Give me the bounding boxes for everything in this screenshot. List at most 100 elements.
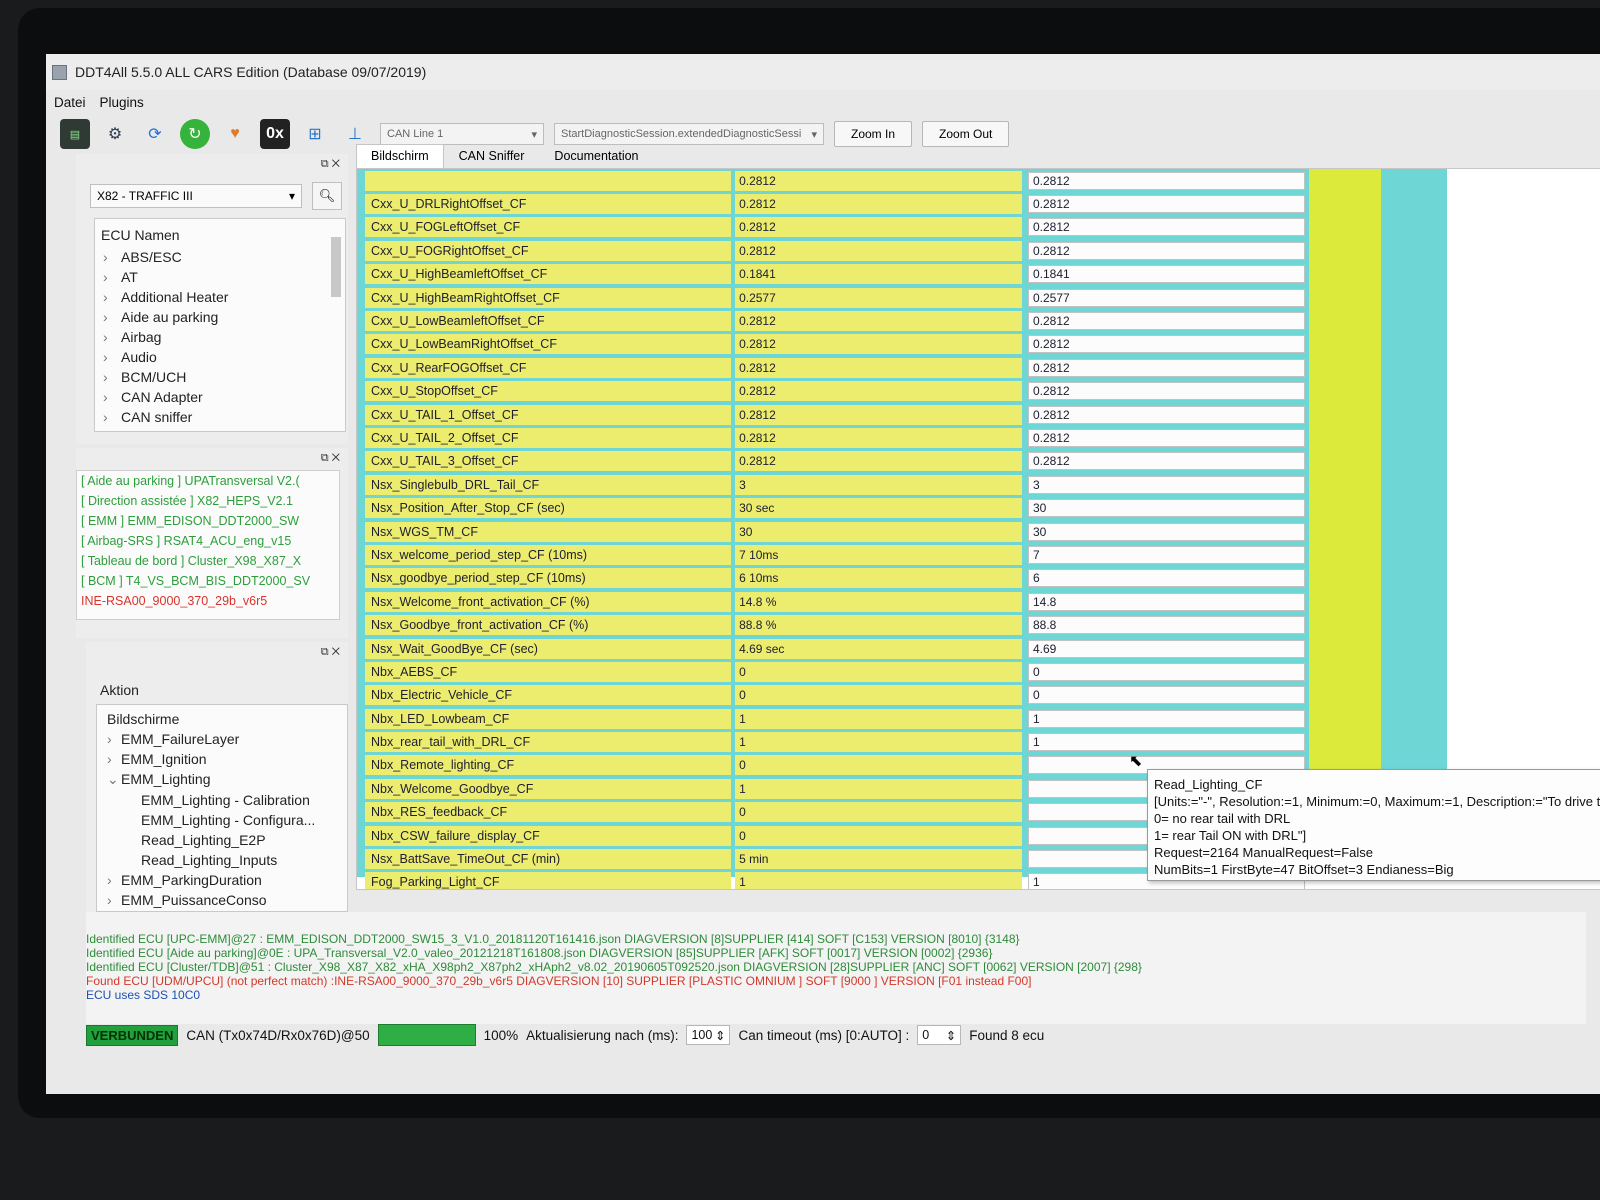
- ecu-tree-item[interactable]: › Aide au parking: [95, 307, 345, 327]
- param-name: Nsx_Singlebulb_DRL_Tail_CF: [365, 474, 732, 495]
- screen-tree-item[interactable]: Read_Lighting_E2P: [97, 830, 347, 850]
- refresh-interval-spinbox[interactable]: 100 ⇕: [686, 1025, 731, 1045]
- param-current-value: 0.2812: [735, 404, 1022, 425]
- param-current-value: 1: [735, 778, 1022, 799]
- param-name: Cxx_U_FOGRightOffset_CF: [365, 240, 732, 261]
- chevron-right-icon: ›: [103, 389, 108, 405]
- chevron-right-icon: ›: [103, 309, 108, 325]
- scan-search-button[interactable]: 🔍︎: [312, 182, 342, 210]
- found-ecu-item[interactable]: [ EMM ] EMM_EDISON_DDT2000_SW: [77, 511, 339, 531]
- chevron-right-icon: ›: [103, 269, 108, 285]
- chevron-down-icon: ▾: [531, 128, 537, 141]
- menu-datei[interactable]: Datei: [54, 95, 86, 110]
- screen-tree-item[interactable]: Read_Lighting_Inputs: [97, 850, 347, 870]
- found-ecu-item[interactable]: [ Aide au parking ] UPATransversal V2.(: [77, 471, 339, 491]
- param-row: Nbx_rear_tail_with_DRL_CF 1 1: [365, 730, 1305, 753]
- param-edit-field[interactable]: 0.2812: [1027, 335, 1305, 354]
- ecu-tree-item[interactable]: › CAN sniffer: [95, 407, 345, 427]
- param-row: Nsx_Singlebulb_DRL_Tail_CF 3 3: [365, 473, 1305, 496]
- vehicle-select[interactable]: X82 - TRAFFIC III ▾: [90, 184, 302, 208]
- screen-tree-item[interactable]: EMM_Lighting - Configura...: [97, 810, 347, 830]
- found-ecu-item[interactable]: [ BCM ] T4_VS_BCM_BIS_DDT2000_SV: [77, 571, 339, 591]
- param-edit-field[interactable]: 0.2812: [1027, 218, 1305, 237]
- menu-plugins[interactable]: Plugins: [100, 95, 144, 110]
- ecu-tree-scrollbar[interactable]: [329, 223, 343, 427]
- tab-can-sniffer[interactable]: CAN Sniffer: [444, 144, 540, 168]
- screen-tree-item-label: EMM_FailureLayer: [121, 731, 240, 747]
- ecu-tree-item[interactable]: › Audio: [95, 347, 345, 367]
- timeout-spinbox[interactable]: 0 ⇕: [917, 1025, 962, 1045]
- param-name: Nsx_welcome_period_step_CF (10ms): [365, 544, 732, 565]
- param-name: Nsx_Position_After_Stop_CF (sec): [365, 498, 732, 519]
- reload-green-icon[interactable]: ↻: [180, 119, 210, 149]
- main-area: Bildschirm CAN Sniffer Documentation 0.2…: [356, 140, 1600, 900]
- found-ecu-item[interactable]: [ Direction assistée ] X82_HEPS_V2.1: [77, 491, 339, 511]
- tab-bildschirm[interactable]: Bildschirm: [356, 144, 444, 168]
- dock-controls[interactable]: ⧉ ✕: [321, 646, 340, 659]
- ecu-tree-item[interactable]: › Airbag: [95, 327, 345, 347]
- param-name: Cxx_U_HighBeamleftOffset_CF: [365, 264, 732, 285]
- tooltip-line: NumBits=1 FirstByte=47 BitOffset=3 Endia…: [1154, 862, 1454, 877]
- param-edit-field[interactable]: 0: [1027, 686, 1305, 705]
- param-name: Nbx_AEBS_CF: [365, 661, 732, 682]
- refresh-icon[interactable]: ⟳: [140, 119, 170, 149]
- param-edit-field[interactable]: 6: [1027, 569, 1305, 588]
- param-name: Nsx_Wait_GoodBye_CF (sec): [365, 638, 732, 659]
- ecu-tree-item-label: AT: [121, 269, 138, 285]
- screen-tree-item[interactable]: EMM_Lighting - Calibration: [97, 790, 347, 810]
- param-edit-field[interactable]: 0.2812: [1027, 405, 1305, 424]
- hex-icon[interactable]: 0x: [260, 119, 290, 149]
- param-edit-field[interactable]: 0.2812: [1027, 428, 1305, 447]
- param-edit-field[interactable]: 4.69: [1027, 639, 1305, 658]
- param-edit-field[interactable]: 0.2812: [1027, 382, 1305, 401]
- heart-icon[interactable]: ♥: [220, 119, 250, 149]
- param-current-value: 0.2577: [735, 287, 1022, 308]
- param-edit-field[interactable]: 0.2812: [1027, 452, 1305, 471]
- ecu-tree-item[interactable]: › AT: [95, 267, 345, 287]
- network-icon[interactable]: ⊞: [300, 119, 330, 149]
- param-current-value: 30 sec: [735, 498, 1022, 519]
- param-edit-field[interactable]: 0.2812: [1027, 312, 1305, 331]
- param-edit-field[interactable]: 1: [1027, 709, 1305, 728]
- timeout-label: Can timeout (ms) [0:AUTO] :: [738, 1027, 910, 1043]
- ecu-tree-item[interactable]: › CAN Adapter: [95, 387, 345, 407]
- param-row: Cxx_U_StopOffset_CF 0.2812 0.2812: [365, 380, 1305, 403]
- dock-controls[interactable]: ⧉ ✕: [321, 158, 340, 171]
- scope-icon[interactable]: ▤: [60, 119, 90, 149]
- param-edit-field[interactable]: 0: [1027, 662, 1305, 681]
- scrollbar-thumb[interactable]: [331, 237, 341, 297]
- param-edit-field[interactable]: 1: [1027, 733, 1305, 752]
- screen-tree-item[interactable]: ⌄ EMM_Lighting: [97, 769, 347, 790]
- chevron-right-icon: ›: [103, 249, 108, 265]
- screen-tree-item[interactable]: › EMM_ParkingDuration: [97, 870, 347, 890]
- ecu-tree-item[interactable]: › Additional Heater: [95, 287, 345, 307]
- ecu-tree-item[interactable]: › BCM/UCH: [95, 367, 345, 387]
- param-edit-field[interactable]: 30: [1027, 522, 1305, 541]
- param-edit-field[interactable]: 0.2812: [1027, 171, 1305, 190]
- tooltip-line: 1= rear Tail ON with DRL"]: [1154, 828, 1307, 843]
- param-edit-field[interactable]: 0.1841: [1027, 265, 1305, 284]
- param-edit-field[interactable]: 14.8: [1027, 592, 1305, 611]
- param-current-value: 1: [735, 732, 1022, 753]
- param-edit-field[interactable]: 0.2812: [1027, 358, 1305, 377]
- dock-controls[interactable]: ⧉ ✕: [321, 452, 340, 465]
- found-ecu-item[interactable]: [ Tableau de bord ] Cluster_X98_X87_X: [77, 551, 339, 571]
- screen-tree-item[interactable]: › EMM_PuissanceConso: [97, 890, 347, 910]
- param-edit-field[interactable]: 30: [1027, 499, 1305, 518]
- param-edit-field[interactable]: 0.2812: [1027, 195, 1305, 214]
- spin-arrows-icon[interactable]: ⇕: [715, 1028, 725, 1043]
- param-edit-field[interactable]: 88.8: [1027, 616, 1305, 635]
- tab-documentation[interactable]: Documentation: [539, 144, 653, 168]
- param-edit-field[interactable]: 0.2812: [1027, 241, 1305, 260]
- ecu-tree-item[interactable]: › ABS/ESC: [95, 247, 345, 267]
- param-edit-field[interactable]: 3: [1027, 475, 1305, 494]
- screen-tree-item[interactable]: › EMM_Ignition: [97, 749, 347, 769]
- param-edit-field[interactable]: 0.2577: [1027, 288, 1305, 307]
- found-ecu-item[interactable]: [ Airbag-SRS ] RSAT4_ACU_eng_v15: [77, 531, 339, 551]
- ecu-tree-item-label: Aide au parking: [121, 309, 219, 325]
- screen-tree-item[interactable]: › EMM_FailureLayer: [97, 729, 347, 749]
- spin-arrows-icon[interactable]: ⇕: [946, 1028, 956, 1043]
- param-edit-field[interactable]: 7: [1027, 545, 1305, 564]
- found-ecu-item[interactable]: INE-RSA00_9000_370_29b_v6r5: [77, 591, 339, 611]
- gear-icon[interactable]: ⚙: [100, 119, 130, 149]
